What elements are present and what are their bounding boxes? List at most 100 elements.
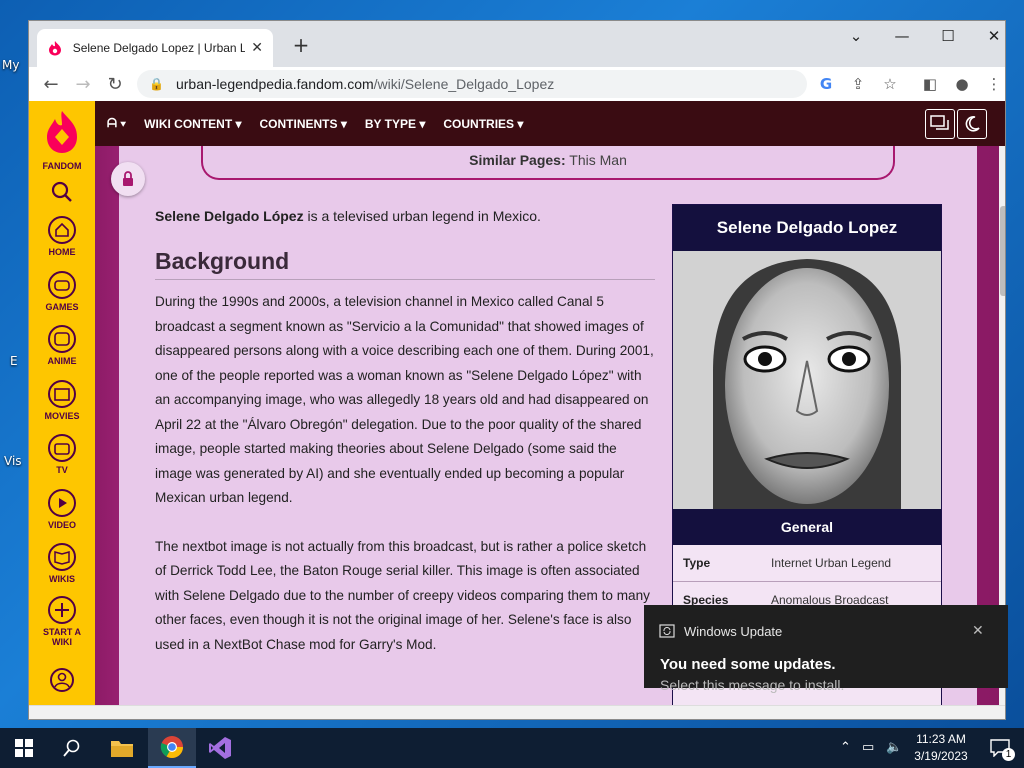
rail-item-anime[interactable]: ANIME — [29, 324, 95, 366]
rail-item-games[interactable]: GAMES — [29, 270, 95, 312]
start-button[interactable] — [0, 728, 48, 768]
rail-item-video[interactable]: VIDEO — [29, 488, 95, 530]
rail-item-wikis[interactable]: WIKIS — [29, 542, 95, 584]
rail-item-start-wiki[interactable]: START A WIKI — [29, 595, 95, 647]
url-path: /wiki/Selene_Delgado_Lopez — [373, 76, 555, 92]
wiki-navigation: ᗩ ▾ WIKI CONTENT ▾ CONTINENTS ▾ BY TYPE … — [95, 101, 1005, 146]
wiki-logo-menu[interactable]: ᗩ ▾ — [107, 116, 126, 131]
subject-name: Selene Delgado López — [155, 208, 304, 224]
window-close-icon[interactable]: ✕ — [979, 27, 1005, 45]
gamepad-icon — [47, 270, 77, 300]
movie-icon — [47, 379, 77, 409]
address-bar[interactable]: 🔒 urban-legendpedia.fandom.com /wiki/Sel… — [137, 70, 807, 98]
rail-label: VIDEO — [47, 520, 76, 530]
protection-button[interactable] — [111, 162, 145, 196]
bookmark-star-icon[interactable]: ☆ — [879, 75, 901, 93]
plus-circle-icon — [47, 595, 77, 625]
lock-icon[interactable]: 🔒 — [149, 77, 164, 91]
new-tab-button[interactable]: + — [289, 33, 313, 57]
volume-icon[interactable]: 🔈 — [886, 740, 902, 755]
lock-icon — [123, 171, 133, 186]
visual-studio-icon — [209, 737, 231, 759]
browser-tab-active[interactable]: Selene Delgado Lopez | Urban Le ✕ — [37, 29, 273, 67]
fandom-logo[interactable]: FANDOM — [29, 109, 95, 171]
infobox-section-header: General — [673, 509, 941, 545]
section-heading: Background — [155, 248, 655, 280]
menu-icon[interactable]: ⋮ — [983, 75, 1005, 93]
profile-icon[interactable]: ● — [951, 75, 973, 93]
search-button[interactable] — [29, 181, 95, 207]
anime-icon — [47, 324, 77, 354]
reload-icon[interactable]: ↻ — [99, 74, 131, 95]
update-icon — [659, 624, 675, 638]
tab-title: Selene Delgado Lopez | Urban Le — [72, 41, 246, 55]
rail-label: ANIME — [47, 356, 77, 366]
chrome-taskbar-button[interactable] — [148, 728, 196, 768]
url-host: urban-legendpedia.fandom.com — [175, 76, 374, 92]
desktop-icon-label[interactable]: Vis — [4, 454, 22, 468]
notification-center-button[interactable]: 1 — [976, 728, 1024, 768]
close-icon[interactable]: ✕ — [251, 40, 263, 56]
desktop-icon-label[interactable]: E — [10, 354, 18, 368]
close-icon[interactable]: ✕ — [972, 622, 984, 639]
infobox-row: Type Internet Urban Legend — [673, 545, 941, 582]
home-icon — [47, 215, 77, 245]
minimize-icon[interactable]: — — [887, 27, 917, 45]
taskbar: ⌃ ▭ 🔈 11:23 AM 3/19/2023 1 — [0, 728, 1024, 768]
user-icon — [47, 665, 77, 695]
nav-label: CONTINENTS — [259, 116, 338, 131]
nav-label: COUNTRIES — [443, 116, 515, 131]
scrollbar-thumb[interactable] — [1000, 206, 1005, 296]
fandom-brand: FANDOM — [42, 161, 82, 171]
rail-item-movies[interactable]: MOVIES — [29, 379, 95, 421]
share-icon[interactable]: ⇪ — [847, 75, 869, 93]
similar-pages-box: Similar Pages: This Man — [201, 146, 895, 180]
toast-title: You need some updates. — [660, 656, 836, 673]
clock[interactable]: 11:23 AM 3/19/2023 — [906, 731, 976, 765]
fandom-global-nav: FANDOM HOME GAMES ANIME MOVIES TV VIDEO … — [29, 101, 95, 705]
file-explorer-button[interactable] — [98, 728, 146, 768]
rail-item-home[interactable]: HOME — [29, 215, 95, 257]
nav-wiki-content[interactable]: WIKI CONTENT ▾ — [144, 117, 241, 131]
notification-count: 1 — [1002, 748, 1015, 761]
chevron-up-icon[interactable]: ⌃ — [840, 740, 851, 755]
windows-update-notification[interactable]: Windows Update ✕ You need some updates. … — [644, 605, 1008, 693]
nav-by-type[interactable]: BY TYPE ▾ — [365, 117, 426, 131]
user-account-button[interactable] — [29, 665, 95, 695]
network-icon[interactable]: ▭ — [862, 740, 874, 755]
nav-continents[interactable]: CONTINENTS ▾ — [260, 117, 347, 131]
infobox-value[interactable]: Internet Urban Legend — [771, 556, 891, 570]
desktop-icon-label[interactable]: My — [2, 58, 19, 72]
intro-paragraph: Selene Delgado López is a televised urba… — [155, 204, 655, 228]
infobox-key: Type — [683, 556, 711, 570]
rail-label: HOME — [48, 247, 76, 257]
article-text: Selene Delgado López is a televised urba… — [155, 204, 655, 657]
clock-date: 3/19/2023 — [914, 749, 968, 763]
discussions-button[interactable] — [925, 109, 955, 139]
maximize-icon[interactable]: ☐ — [933, 27, 963, 45]
nav-label: BY TYPE — [364, 116, 417, 131]
rail-label: WIKIS — [49, 574, 75, 584]
horizontal-scrollbar[interactable] — [29, 705, 1005, 719]
nav-countries[interactable]: COUNTRIES ▾ — [443, 117, 523, 131]
chrome-icon — [160, 736, 183, 758]
side-panel-icon[interactable]: ◧ — [919, 75, 941, 93]
forward-icon[interactable]: → — [67, 74, 99, 95]
similar-page-link[interactable]: This Man — [569, 152, 627, 168]
google-icon[interactable]: G — [815, 75, 837, 93]
toast-app-name: Windows Update — [684, 624, 783, 639]
paragraph: During the 1990s and 2000s, a television… — [155, 294, 654, 505]
rail-item-tv[interactable]: TV — [29, 433, 95, 475]
infobox-title: Selene Delgado Lopez — [673, 205, 941, 251]
paragraph: The nextbot image is not actually from t… — [155, 538, 650, 652]
rail-label: START A WIKI — [43, 627, 81, 647]
dark-mode-button[interactable] — [957, 109, 987, 139]
search-button[interactable] — [48, 728, 96, 768]
visual-studio-button[interactable] — [196, 728, 244, 768]
search-icon — [63, 739, 80, 757]
back-icon[interactable]: ← — [35, 74, 67, 95]
browser-toolbar: ← → ↻ 🔒 urban-legendpedia.fandom.com /wi… — [29, 67, 1005, 101]
tab-search-icon[interactable]: ⌄ — [841, 27, 871, 45]
infobox-image[interactable] — [673, 251, 941, 509]
search-icon — [51, 181, 72, 202]
